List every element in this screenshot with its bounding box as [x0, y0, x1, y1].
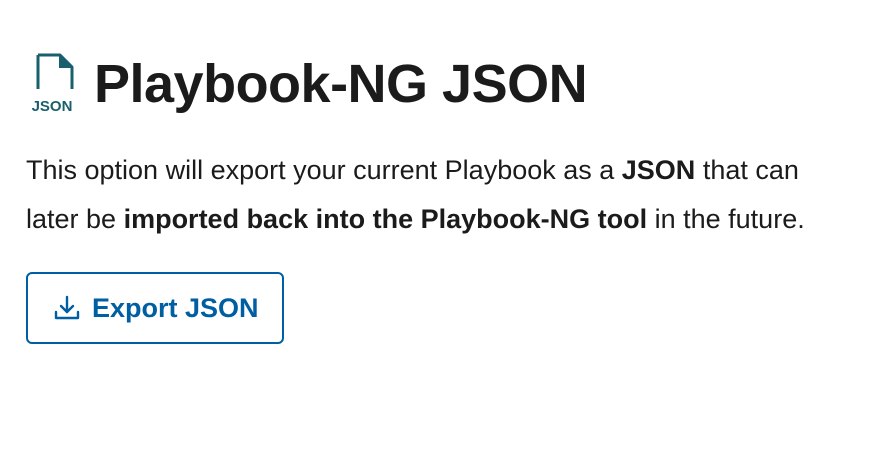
description-bold-import: imported back into the Playbook-NG tool: [123, 204, 648, 234]
description-bold-json: JSON: [621, 155, 696, 185]
json-file-icon-label: JSON: [32, 98, 73, 115]
export-json-button[interactable]: Export JSON: [26, 272, 284, 344]
panel-header: JSON Playbook-NG JSON: [26, 44, 856, 124]
export-json-button-label: Export JSON: [92, 292, 259, 323]
export-json-panel: JSON Playbook-NG JSON This option will e…: [26, 44, 856, 344]
page-title: Playbook-NG JSON: [94, 54, 588, 114]
export-description: This option will export your current Pla…: [26, 146, 856, 244]
json-file-icon: JSON: [26, 52, 82, 116]
description-text-3: in the future.: [647, 204, 805, 234]
download-icon: [52, 291, 86, 325]
description-text-1: This option will export your current Pla…: [26, 155, 622, 185]
